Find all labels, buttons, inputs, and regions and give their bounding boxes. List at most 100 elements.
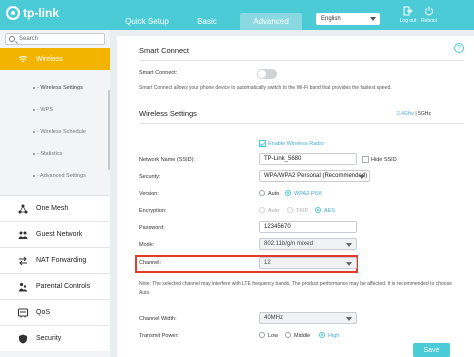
sidebar-item-nat-forwarding[interactable]: NAT Forwarding (0, 247, 110, 273)
channel-width-select[interactable]: 40MHz (259, 312, 357, 324)
sidebar-sub-wireless-settings[interactable]: - Wireless Settings (0, 81, 110, 95)
sidebar-item-label: Parental Controls (36, 283, 91, 290)
security-select[interactable]: WPA/WPA2 Personal (Recommended) (259, 170, 370, 182)
password-label: Password: (139, 225, 165, 231)
transmit-power-middle-label: Middle (294, 333, 311, 339)
help-icon[interactable]: ? (454, 43, 464, 53)
transmit-power-high-label: High (328, 333, 340, 339)
enable-wireless-radio-checkbox[interactable] (259, 140, 266, 147)
chevron-down-icon (359, 175, 365, 179)
logout-icon (403, 6, 413, 16)
smart-connect-label: Smart Connect: (139, 70, 178, 76)
sidebar-item-guest-network[interactable]: Guest Network (0, 221, 110, 247)
main-panel: ? Smart Connect Smart Connect: Smart Con… (117, 36, 474, 357)
encryption-tkip-label: TKIP (296, 208, 309, 214)
sidebar-item-qos[interactable]: QoS (0, 299, 110, 325)
security-label: Security: (139, 174, 161, 180)
shield-icon (19, 334, 27, 344)
transmit-power-label: Transmit Power: (139, 333, 179, 339)
logout-label: Log out (399, 18, 417, 24)
wifi-icon (18, 56, 28, 62)
sidebar-sub-statistics[interactable]: - Statistics (0, 147, 110, 161)
transmit-power-low-radio[interactable] (259, 332, 265, 338)
version-wpa2-psk-label: WPA2-PSK (294, 191, 323, 197)
tab-quick-setup[interactable]: Quick Setup (118, 13, 176, 30)
tab-advanced[interactable]: Advanced (240, 13, 302, 30)
brand-name: tp-link (23, 6, 59, 20)
hide-ssid-label: Hide SSID (371, 157, 397, 163)
band-5ghz-tab[interactable]: 5GHz (418, 111, 431, 117)
mesh-icon (18, 204, 28, 214)
channel-width-value: 40MHz (264, 315, 284, 321)
search-icon (9, 36, 15, 42)
mode-select[interactable]: 802.11b/g/n mixed (259, 238, 357, 250)
sidebar-sub-wps[interactable]: - WPS (0, 103, 110, 117)
version-auto-radio[interactable] (259, 190, 265, 196)
chevron-down-icon (370, 17, 376, 21)
divider (139, 60, 464, 61)
version-auto-label: Auto (268, 191, 280, 197)
band-24ghz-tab[interactable]: 2.4GHz (397, 111, 414, 117)
ssid-label: Network Name (SSID): (139, 157, 195, 163)
chevron-down-icon (346, 262, 352, 266)
channel-note: Note: The selected channel may interfere… (139, 281, 452, 296)
sidebar-item-one-mesh[interactable]: One Mesh (0, 195, 110, 221)
channel-width-label: Channel Width: (139, 316, 177, 322)
divider (139, 123, 464, 124)
sidebar-item-wireless[interactable]: Wireless (0, 48, 110, 70)
encryption-auto-label: Auto (268, 208, 280, 214)
version-wpa2-psk-radio[interactable] (285, 190, 291, 196)
sidebar-item-label: Wireless (36, 55, 63, 63)
search-input[interactable]: Search (5, 33, 105, 45)
chevron-down-icon (346, 317, 352, 321)
transmit-power-low-label: Low (268, 333, 279, 339)
encryption-aes-label: AES (324, 208, 336, 214)
encryption-tkip-radio[interactable] (287, 207, 293, 213)
sidebar: Search Wireless - Wireless Settings - WP… (0, 30, 110, 357)
sidebar-item-label: Guest Network (36, 231, 83, 238)
sidebar-item-label: One Mesh (36, 205, 69, 212)
sidebar-item-security[interactable]: Security (0, 325, 110, 351)
sidebar-item-parental-controls[interactable]: Parental Controls (0, 273, 110, 299)
mode-label: Mode: (139, 242, 155, 248)
security-value: WPA/WPA2 Personal (Recommended) (264, 173, 368, 179)
encryption-auto-radio[interactable] (259, 207, 265, 213)
wireless-settings-title: Wireless Settings (139, 109, 197, 118)
sidebar-scrollbar[interactable] (108, 90, 110, 170)
transmit-power-high-radio[interactable] (319, 332, 325, 338)
qos-icon (18, 308, 28, 318)
reboot-label: Reboot (420, 18, 438, 24)
sidebar-item-label: NAT Forwarding (36, 257, 87, 264)
language-value: English (321, 16, 341, 22)
parental-controls-icon (19, 282, 27, 292)
smart-connect-title: Smart Connect (139, 46, 190, 55)
brand-logo: tp-link (6, 6, 59, 20)
channel-select[interactable]: 12 (259, 257, 357, 269)
channel-label: Channel: (139, 260, 162, 266)
band-selector: 2.4GHz | 5GHz (397, 111, 431, 117)
guest-network-icon (18, 231, 28, 239)
channel-value: 12 (264, 260, 271, 266)
reboot-button[interactable]: Reboot (416, 6, 442, 24)
mode-value: 802.11b/g/n mixed (264, 241, 313, 247)
smart-connect-description: Smart Connect allows your phone device t… (139, 85, 392, 91)
hide-ssid-checkbox[interactable] (362, 156, 369, 163)
power-icon (425, 6, 433, 16)
top-header: tp-link Quick Setup Basic Advanced Engli… (0, 0, 474, 30)
password-input[interactable]: 12345670 (259, 221, 357, 233)
sidebar-sub-wireless-schedule[interactable]: - Wireless Schedule (0, 125, 110, 139)
sidebar-item-label: Security (36, 335, 62, 342)
sidebar-item-label: QoS (36, 309, 51, 316)
search-placeholder: Search (19, 36, 39, 42)
language-select[interactable]: English (316, 13, 380, 25)
band-separator: | (415, 111, 417, 117)
encryption-aes-radio[interactable] (315, 207, 321, 213)
tab-basic[interactable]: Basic (190, 13, 224, 30)
ssid-input[interactable]: TP-Link_5680 (259, 153, 357, 165)
smart-connect-toggle[interactable] (257, 69, 277, 79)
tp-link-logo-icon (6, 6, 20, 20)
sidebar-sub-advanced-settings[interactable]: - Advanced Settings (0, 169, 110, 183)
save-button[interactable]: Save (413, 343, 450, 357)
encryption-label: Encryption: (139, 208, 167, 214)
transmit-power-middle-radio[interactable] (285, 332, 291, 338)
